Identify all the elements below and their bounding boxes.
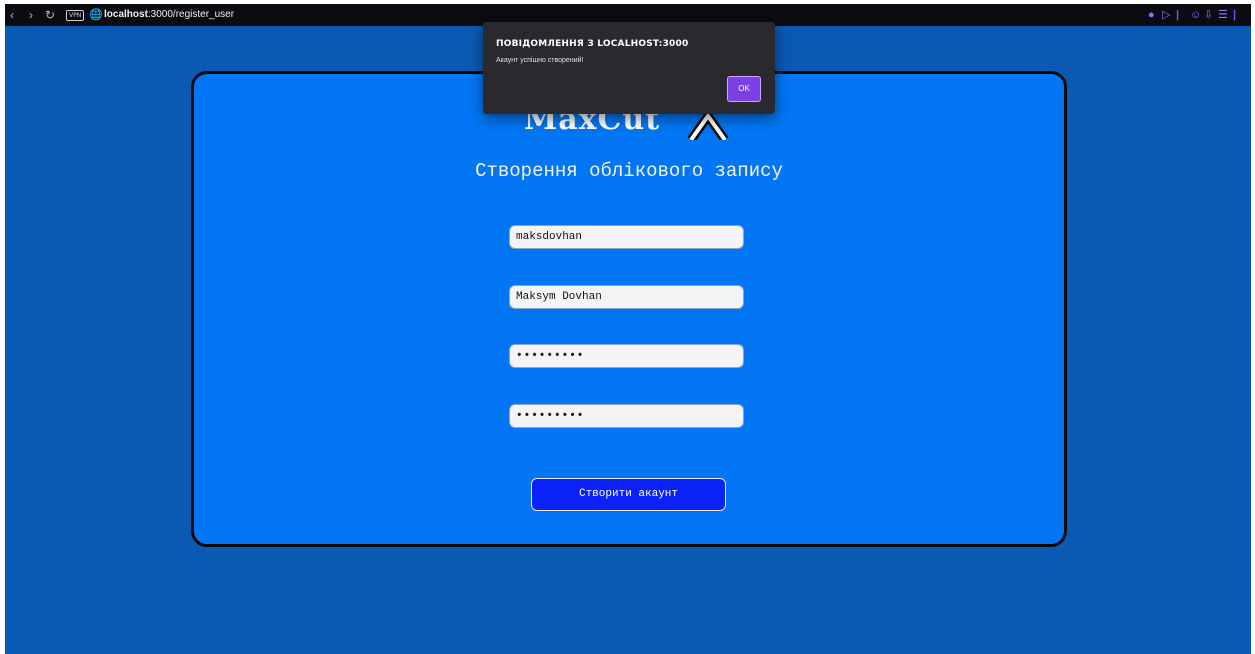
globe-icon: 🌐 [89, 9, 103, 21]
url-path: :3000/register_user [147, 9, 235, 20]
register-card: MaxCut Створення облікового запису maksd… [191, 71, 1067, 547]
alert-dialog: ПОВІДОМЛЕННЯ З LOCALHOST:3000 Акаунт усп… [483, 22, 775, 114]
vpn-badge[interactable]: VPN [66, 10, 85, 21]
shield-icon[interactable]: ● [1148, 7, 1155, 23]
alert-title: ПОВІДОМЛЕННЯ З LOCALHOST:3000 [496, 39, 689, 49]
url-host: localhost [104, 9, 148, 20]
divider-bar: | [1176, 9, 1180, 21]
play-icon[interactable]: ▷ [1162, 7, 1170, 23]
ok-button[interactable]: OK [727, 76, 761, 102]
address-bar[interactable]: localhost:3000/register_user [104, 8, 234, 22]
divider-bar: | [1233, 9, 1237, 21]
alert-message: Акаунт успішно створений! [496, 57, 584, 64]
username-input[interactable]: maksdovhan [509, 225, 744, 249]
forward-icon[interactable]: › [29, 7, 33, 23]
menu-icon[interactable]: ☰ [1218, 7, 1228, 23]
page-background: MaxCut Створення облікового запису maksd… [5, 26, 1251, 654]
back-icon[interactable]: ‹ [10, 7, 14, 23]
create-account-button[interactable]: Створити акаунт [531, 478, 726, 511]
download-icon[interactable]: ⇩ [1204, 7, 1213, 23]
reload-icon[interactable]: ↻ [45, 7, 55, 23]
page-title: Створення облікового запису [475, 160, 783, 182]
fullname-input[interactable]: Maksym Dovhan [509, 285, 744, 309]
password-input[interactable]: ••••••••• [509, 344, 744, 368]
account-icon[interactable]: ☺ [1190, 7, 1201, 23]
password-confirm-input[interactable]: ••••••••• [509, 404, 744, 428]
